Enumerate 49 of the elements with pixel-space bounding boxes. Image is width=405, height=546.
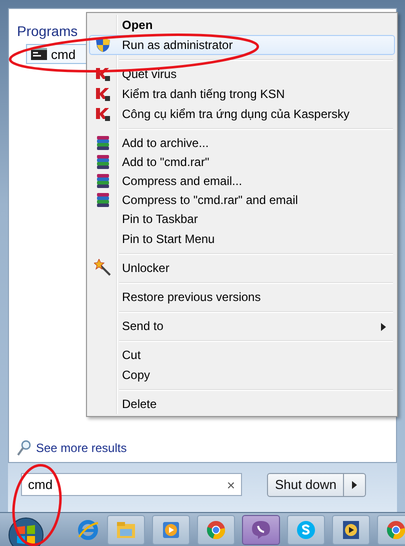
taskbar-button[interactable] (197, 515, 235, 545)
menu-item[interactable]: Unlocker (89, 258, 395, 278)
chrome-logo-icon (385, 519, 405, 541)
menu-item[interactable]: Add to archive... (89, 133, 395, 152)
menu-item[interactable]: Delete (89, 394, 395, 414)
shield-icon (95, 37, 111, 53)
search-field[interactable]: cmd × (21, 473, 242, 496)
books-stack-icon (95, 134, 111, 150)
start-button[interactable] (8, 517, 44, 546)
kaspersky-icon (95, 106, 111, 122)
menu-item[interactable]: Pin to Start Menu (89, 229, 395, 249)
menu-item[interactable]: Run as administrator (89, 35, 395, 55)
magic-wand-icon (94, 259, 112, 277)
taskbar-button[interactable] (332, 515, 370, 545)
search-icon (17, 440, 31, 456)
menu-item[interactable]: Open (89, 15, 395, 35)
kaspersky-icon (95, 66, 111, 82)
clear-button[interactable]: × (226, 476, 235, 492)
menu-item[interactable]: Cut (89, 345, 395, 365)
taskbar-button[interactable] (152, 515, 190, 545)
caret-icon (352, 480, 358, 488)
shut-down-options-button[interactable] (344, 472, 366, 496)
taskbar-button[interactable] (377, 515, 405, 545)
kaspersky-icon (95, 86, 111, 102)
see-more-link[interactable]: See more results (36, 441, 127, 455)
chat-bubble-icon (250, 519, 272, 541)
books-stack-icon (95, 192, 111, 208)
media-icon (340, 519, 362, 541)
chrome-logo-icon (205, 519, 227, 541)
books-stack-icon (95, 172, 111, 188)
menu-item[interactable]: Send to (89, 316, 395, 336)
taskbar-button[interactable] (242, 515, 280, 545)
menu-item[interactable]: Restore previous versions (89, 287, 395, 307)
menu-item[interactable]: Add to "cmd.rar" (89, 152, 395, 171)
menu-item[interactable]: Kiểm tra danh tiếng trong KSN (89, 84, 395, 104)
menu-item[interactable]: Công cụ kiểm tra ứng dụng của Kaspersky (89, 104, 395, 124)
taskbar-button[interactable] (287, 515, 325, 545)
globe-icon (77, 519, 99, 541)
folder-icon (115, 519, 137, 541)
shut-down-button[interactable]: Shut down (267, 472, 344, 496)
books-stack-icon (95, 154, 111, 170)
menu-item[interactable]: Compress to "cmd.rar" and email (89, 190, 395, 209)
menu-item[interactable]: Pin to Taskbar (89, 209, 395, 229)
section-header: Programs (17, 23, 78, 39)
s-logo-icon (295, 519, 317, 541)
menu-item[interactable]: Copy (89, 365, 395, 385)
play-icon (160, 519, 182, 541)
menu-item[interactable]: Compress and email... (89, 171, 395, 190)
console-icon (31, 48, 47, 60)
